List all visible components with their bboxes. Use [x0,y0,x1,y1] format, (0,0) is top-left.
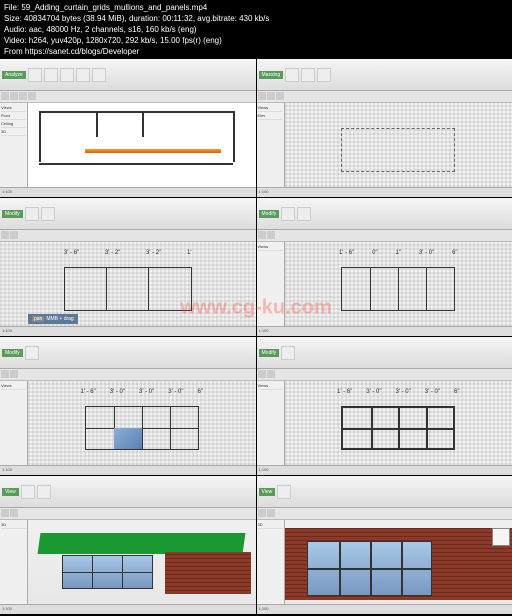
view-cube-icon[interactable] [492,528,510,546]
project-browser[interactable]: Views Floor Ceiling 3D [0,103,28,187]
curtain-window [307,541,432,596]
thumb-8-3d-brick: View 3D 1:100 [257,476,512,614]
drawing-canvas[interactable]: 1' - 6"0"1"3' - 0"6" [285,242,512,326]
file-info-header: File: 59_Adding_curtain_grids_mullions_a… [0,0,512,59]
curtain-wall [64,267,192,311]
sidebar-item[interactable]: 3D [1,128,26,136]
thumb-6-mullions: Modify Views 1' - 6"3' - 0"3' - 0"3' - 0… [257,337,512,475]
from-line: From https://sanet.cd/blogs/Developer [4,46,508,57]
sidebar-item[interactable]: Views [1,104,26,112]
quick-toolbar[interactable] [0,91,256,103]
ribbon[interactable]: Massing [257,59,512,91]
curtain-wall [341,406,455,450]
drawing-canvas[interactable]: 1' - 6"3' - 0"3' - 0"3' - 0"6" [28,381,256,465]
quick-toolbar[interactable] [257,91,512,103]
curtain-wall [341,267,455,311]
3d-canvas[interactable] [28,520,256,604]
video-line: Video: h264, yuv420p, 1280x720, 292 kb/s… [4,35,508,46]
thumb-2-elevation: Massing Views Elev 1:100 [257,59,512,197]
ribbon-button[interactable] [76,68,90,82]
drawing-canvas[interactable] [28,103,256,187]
thumb-3-elevation-dims: Modify R 3' - 6"3' - 2"3' - 2"1' panMMB … [0,198,256,336]
selected-glass-panel [114,428,142,449]
dimension-string[interactable]: 3' - 6"3' - 2"3' - 2"1' [51,250,204,256]
nav-hint: panMMB + drag [28,314,78,324]
audio-line: Audio: aac, 48000 Hz, 2 channels, s16, 1… [4,24,508,35]
roof-element [38,533,246,554]
file-line: File: 59_Adding_curtain_grids_mullions_a… [4,2,508,13]
thumb-5-glass-panel: Modify Views 1' - 6"3' - 0"3' - 0"3' - 0… [0,337,256,475]
ribbon-tab[interactable]: Analyze [2,71,26,79]
dimension-string[interactable]: 1' - 6"3' - 0"3' - 0"3' - 0"6" [330,389,467,395]
ribbon[interactable]: Modify [0,198,256,230]
curtain-window [62,555,153,589]
ribbon-tab[interactable]: Massing [259,71,284,79]
thumb-7-3d-roof: View 3D 1:100 [0,476,256,614]
project-browser[interactable]: Views Elev [257,103,285,187]
status-bar: 1:100 [257,187,512,197]
drawing-canvas[interactable]: 1' - 6"3' - 0"3' - 0"3' - 0"6" [285,381,512,465]
size-line: Size: 40834704 bytes (38.94 MiB), durati… [4,13,508,24]
sidebar-item[interactable]: Ceiling [1,120,26,128]
thumb-4-elevation-dims: Modify Views 1' - 6"0"1"3' - 0"6" 1:100 [257,198,512,336]
ribbon-button[interactable] [44,68,58,82]
3d-canvas[interactable] [285,520,512,604]
thumb-1-floorplan: Analyze Views Floor Ceiling 3D [0,59,256,197]
ribbon[interactable]: Analyze [0,59,256,91]
brick-wall [165,552,251,594]
dimension-string[interactable]: 1' - 6"3' - 0"3' - 0"3' - 0"6" [74,389,211,395]
ribbon-button[interactable] [28,68,42,82]
sidebar-item[interactable]: Floor [1,112,26,120]
drawing-canvas[interactable] [285,103,512,187]
curtain-wall [85,406,199,450]
dimension-string[interactable]: 1' - 6"0"1"3' - 0"6" [330,250,467,256]
selected-wall [85,149,222,153]
ribbon-button[interactable] [92,68,106,82]
status-bar: 1:100 [0,187,256,197]
curtain-wall-outline [341,128,455,172]
ribbon-button[interactable] [60,68,74,82]
thumbnail-grid: Analyze Views Floor Ceiling 3D [0,59,512,614]
